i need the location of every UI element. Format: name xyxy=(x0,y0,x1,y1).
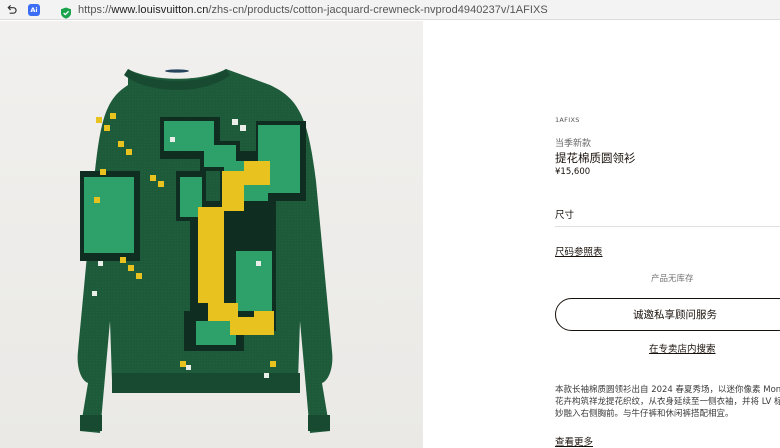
product-info-panel: 1AFIXS 当季新款 提花棉质圆领衫 ¥15,600 尺寸 尺码参照表 产品无… xyxy=(423,21,780,448)
browser-address-bar: Ai https://www.louisvuitton.cn/zhs-cn/pr… xyxy=(0,0,780,20)
season-tag: 当季新款 xyxy=(555,139,592,149)
size-divider xyxy=(555,226,780,227)
size-selector[interactable]: 尺寸 xyxy=(555,207,574,221)
product-name: 提花棉质圆领衫 xyxy=(555,151,636,165)
product-price: ¥15,600 xyxy=(555,167,591,177)
ai-badge-label: Ai xyxy=(30,5,38,14)
product-sku: 1AFIXS xyxy=(555,116,580,124)
ai-assistant-icon[interactable]: Ai xyxy=(28,3,40,16)
size-chart-link[interactable]: 尺码参照表 xyxy=(555,244,603,258)
see-more-link[interactable]: 查看更多 xyxy=(555,434,593,448)
url-path: /zhs-cn/products/cotton-jacquard-crewnec… xyxy=(208,3,548,16)
address-url[interactable]: https://www.louisvuitton.cn/zhs-cn/produ… xyxy=(78,4,548,16)
sweater-illustration xyxy=(77,69,333,433)
product-image[interactable] xyxy=(0,21,423,448)
back-arrow-icon[interactable] xyxy=(4,3,18,17)
product-description: 本款长袖棉质圆领衫出自 2024 春夏秀场，以迷你像素 Mon 花卉构筑祥龙提花… xyxy=(555,385,780,419)
url-host: www.louisvuitton.cn xyxy=(111,3,209,16)
store-search-link[interactable]: 在专卖店内搜索 xyxy=(649,341,716,355)
advisor-button-label: 诚邀私享顾问服务 xyxy=(633,309,717,321)
url-protocol: https:// xyxy=(78,3,112,16)
secure-shield-icon[interactable] xyxy=(60,4,72,19)
advisor-service-button[interactable]: 诚邀私享顾问服务 xyxy=(555,298,780,331)
stock-status: 产品无库存 xyxy=(651,274,694,284)
